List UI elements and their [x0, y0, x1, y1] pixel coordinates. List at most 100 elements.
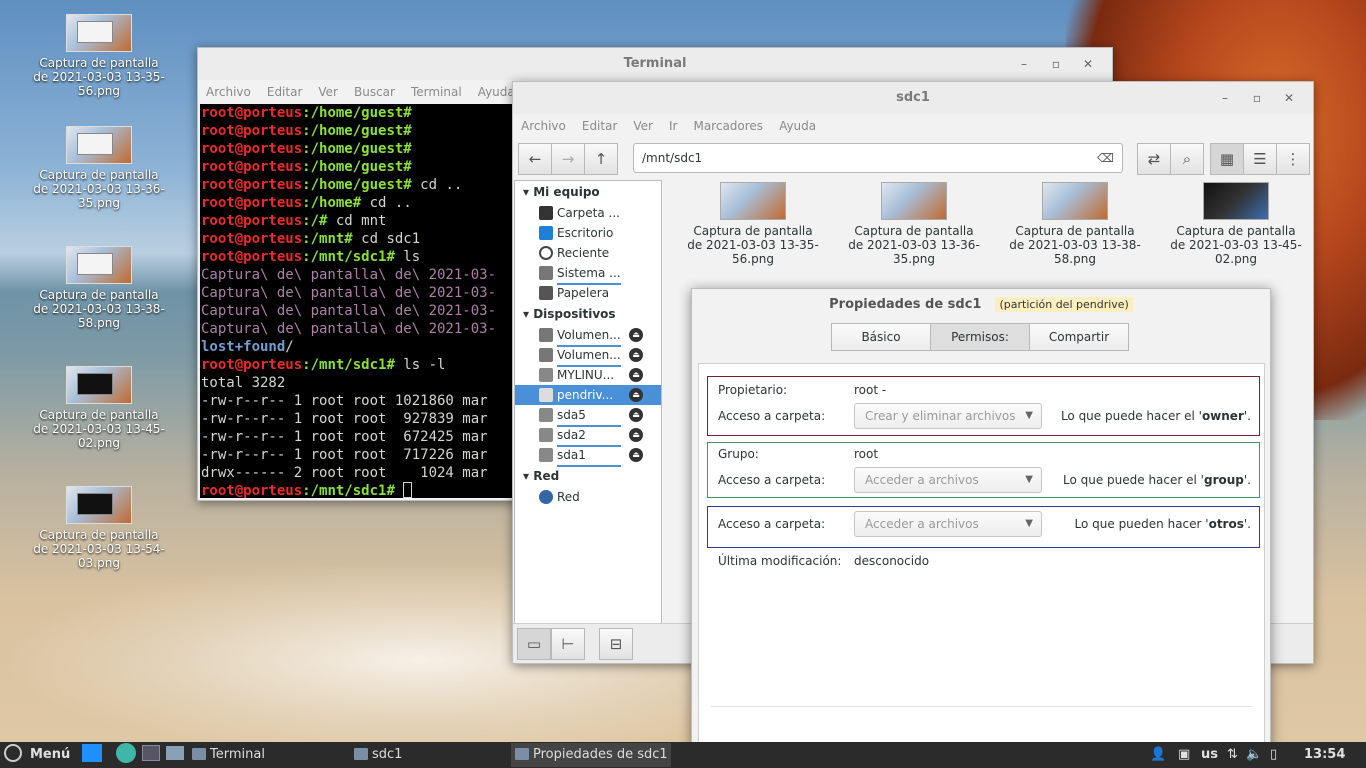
maximize-icon[interactable]: ▫: [1241, 82, 1273, 114]
sidebar-item-escritorio[interactable]: Escritorio: [515, 223, 661, 243]
task-terminal[interactable]: Terminal: [188, 743, 348, 767]
sidebar-item-carpeta[interactable]: Carpeta ...: [515, 203, 661, 223]
desktop-file-icon[interactable]: Captura de pantalla de 2021-03-03 13-36-…: [31, 126, 167, 210]
eject-icon[interactable]: ⏏: [629, 348, 643, 362]
group-access-select[interactable]: Acceder a archivos ▼: [854, 467, 1042, 493]
image-thumbnail-icon: [1042, 182, 1108, 220]
file-item[interactable]: Captura de pantalla de 2021-03-03 13-38-…: [995, 182, 1155, 266]
sidebar-item-sda1[interactable]: sda1 ⏏: [515, 445, 661, 467]
sidebar-item-papelera[interactable]: Papelera: [515, 283, 661, 303]
clock-icon: [539, 246, 553, 260]
eject-icon[interactable]: ⏏: [629, 448, 643, 462]
search-icon[interactable]: ⌕: [1170, 143, 1204, 175]
sidebar-item-sda2[interactable]: sda2 ⏏: [515, 425, 661, 447]
chevron-down-icon: ▼: [1025, 410, 1033, 421]
sidebar-item-sda5[interactable]: sda5 ⏏: [515, 405, 661, 427]
browser-launcher-icon[interactable]: [116, 742, 136, 768]
battery-icon[interactable]: ▯: [1270, 742, 1277, 768]
sidebar-toggle-icon[interactable]: ⊟: [599, 628, 633, 660]
sidebar-item-red[interactable]: Red: [515, 487, 661, 507]
sidebar-item-volumen-1[interactable]: Volumen... ⏏: [515, 325, 661, 347]
file-item[interactable]: Captura de pantalla de 2021-03-03 13-36-…: [834, 182, 994, 266]
menu-ver[interactable]: Ver: [318, 85, 338, 99]
file-item[interactable]: Captura de pantalla de 2021-03-03 13-45-…: [1156, 182, 1316, 266]
user-icon[interactable]: 👤: [1150, 742, 1166, 768]
list-view-icon[interactable]: ☰: [1243, 143, 1277, 175]
places-toggle-icon[interactable]: ▭: [517, 628, 551, 660]
desktop-launcher-icon[interactable]: [82, 742, 102, 768]
desktop-file-icon[interactable]: Captura de pantalla de 2021-03-03 13-54-…: [31, 486, 167, 570]
menu-marcadores[interactable]: Marcadores: [693, 119, 763, 133]
desktop-file-label: 58.png: [78, 316, 120, 330]
back-arrow-icon[interactable]: ←: [518, 143, 552, 175]
task-properties[interactable]: Propiedades de sdc1: [511, 743, 671, 767]
sidebar-item-volumen-2[interactable]: Volumen... ⏏: [515, 345, 661, 367]
eject-icon[interactable]: ⏏: [629, 428, 643, 442]
menu-editar[interactable]: Editar: [267, 85, 303, 99]
terminal-titlebar[interactable]: Terminal – ▫ ✕: [198, 48, 1112, 80]
eject-icon[interactable]: ⏏: [629, 368, 643, 382]
sidebar-item-pendrive[interactable]: pendriv... ⏏: [515, 385, 661, 405]
minimize-icon[interactable]: –: [1209, 82, 1241, 114]
screenshot-icon[interactable]: ▣: [1178, 742, 1190, 768]
modified-value: desconocido: [854, 554, 930, 568]
files-launcher-icon[interactable]: [166, 742, 184, 768]
task-sdc1[interactable]: sdc1: [350, 743, 510, 767]
dialog-titlebar[interactable]: Propiedades de sdc1 (partición del pendri…: [692, 289, 1270, 321]
owner-label: Propietario:: [718, 383, 788, 397]
sidebar-section-mi-equipo[interactable]: ▾ Mi equipo: [515, 181, 661, 203]
menu-ver[interactable]: Ver: [633, 119, 653, 133]
divider: [711, 706, 1252, 707]
owner-access-select[interactable]: Crear y eliminar archivos ▼: [854, 403, 1042, 429]
up-arrow-icon[interactable]: ↑: [584, 143, 618, 175]
menu-buscar[interactable]: Buscar: [354, 85, 395, 99]
file-item[interactable]: Captura de pantalla de 2021-03-03 13-35-…: [673, 182, 833, 266]
menu-ir[interactable]: Ir: [669, 119, 677, 133]
terminal-launcher-icon[interactable]: [142, 742, 160, 768]
close-icon[interactable]: ✕: [1072, 48, 1104, 80]
desktop-file-label: Captura de pantalla: [39, 528, 159, 542]
minimize-icon[interactable]: –: [1008, 48, 1040, 80]
desktop-file-icon[interactable]: Captura de pantalla de 2021-03-03 13-38-…: [31, 246, 167, 330]
eject-icon[interactable]: ⏏: [629, 388, 643, 402]
sidebar-section-red[interactable]: ▾ Red: [515, 465, 661, 487]
others-access-select[interactable]: Acceder a archivos ▼: [854, 511, 1042, 537]
sidebar-item-mylinu[interactable]: MYLINU... ⏏: [515, 365, 661, 385]
group-value: root: [854, 447, 879, 461]
menu-terminal[interactable]: Terminal: [411, 85, 462, 99]
desktop-file-icon[interactable]: Captura de pantalla de 2021-03-03 13-45-…: [31, 366, 167, 450]
home-icon: [539, 206, 553, 220]
tab-basico[interactable]: Básico: [831, 323, 931, 351]
clear-icon[interactable]: ⌫: [1097, 144, 1114, 172]
sidebar-item-sistema[interactable]: Sistema ...: [515, 263, 661, 285]
tab-compartir[interactable]: Compartir: [1029, 323, 1129, 351]
keyboard-layout[interactable]: us: [1201, 742, 1218, 768]
icon-view-icon[interactable]: ▦: [1210, 143, 1244, 175]
clock[interactable]: 13:54: [1304, 742, 1345, 768]
location-input[interactable]: /mnt/sdc1 ⌫: [633, 143, 1123, 173]
file-manager-titlebar[interactable]: sdc1 – ▫ ✕: [513, 82, 1313, 114]
eject-icon[interactable]: ⏏: [629, 408, 643, 422]
sidebar-section-dispositivos[interactable]: ▾ Dispositivos: [515, 303, 661, 325]
network-icon[interactable]: ⇅: [1227, 742, 1238, 768]
maximize-icon[interactable]: ▫: [1040, 48, 1072, 80]
group-label: Grupo:: [718, 447, 759, 461]
menu-ayuda[interactable]: Ayuda: [779, 119, 816, 133]
close-icon[interactable]: ✕: [1273, 82, 1305, 114]
menu-archivo[interactable]: Archivo: [206, 85, 251, 99]
start-menu-button[interactable]: Menú: [4, 742, 70, 768]
tree-view-icon[interactable]: ⊢: [551, 628, 585, 660]
toggle-location-icon[interactable]: ⇄: [1137, 143, 1171, 175]
network-icon: [539, 490, 553, 504]
menu-archivo[interactable]: Archivo: [521, 119, 566, 133]
forward-arrow-icon[interactable]: →: [551, 143, 585, 175]
menu-editar[interactable]: Editar: [582, 119, 618, 133]
tab-permisos[interactable]: Permisos:: [930, 323, 1030, 351]
sidebar-item-reciente[interactable]: Reciente: [515, 243, 661, 263]
desktop-file-icon[interactable]: Captura de pantalla de 2021-03-03 13-35-…: [31, 14, 167, 98]
properties-dialog[interactable]: Propiedades de sdc1 (partición del pendri…: [691, 288, 1271, 759]
menu-ayuda[interactable]: Ayuda: [478, 85, 515, 99]
volume-icon[interactable]: 🔈: [1246, 742, 1262, 768]
compact-view-icon[interactable]: ⋮: [1276, 143, 1310, 175]
eject-icon[interactable]: ⏏: [629, 328, 643, 342]
